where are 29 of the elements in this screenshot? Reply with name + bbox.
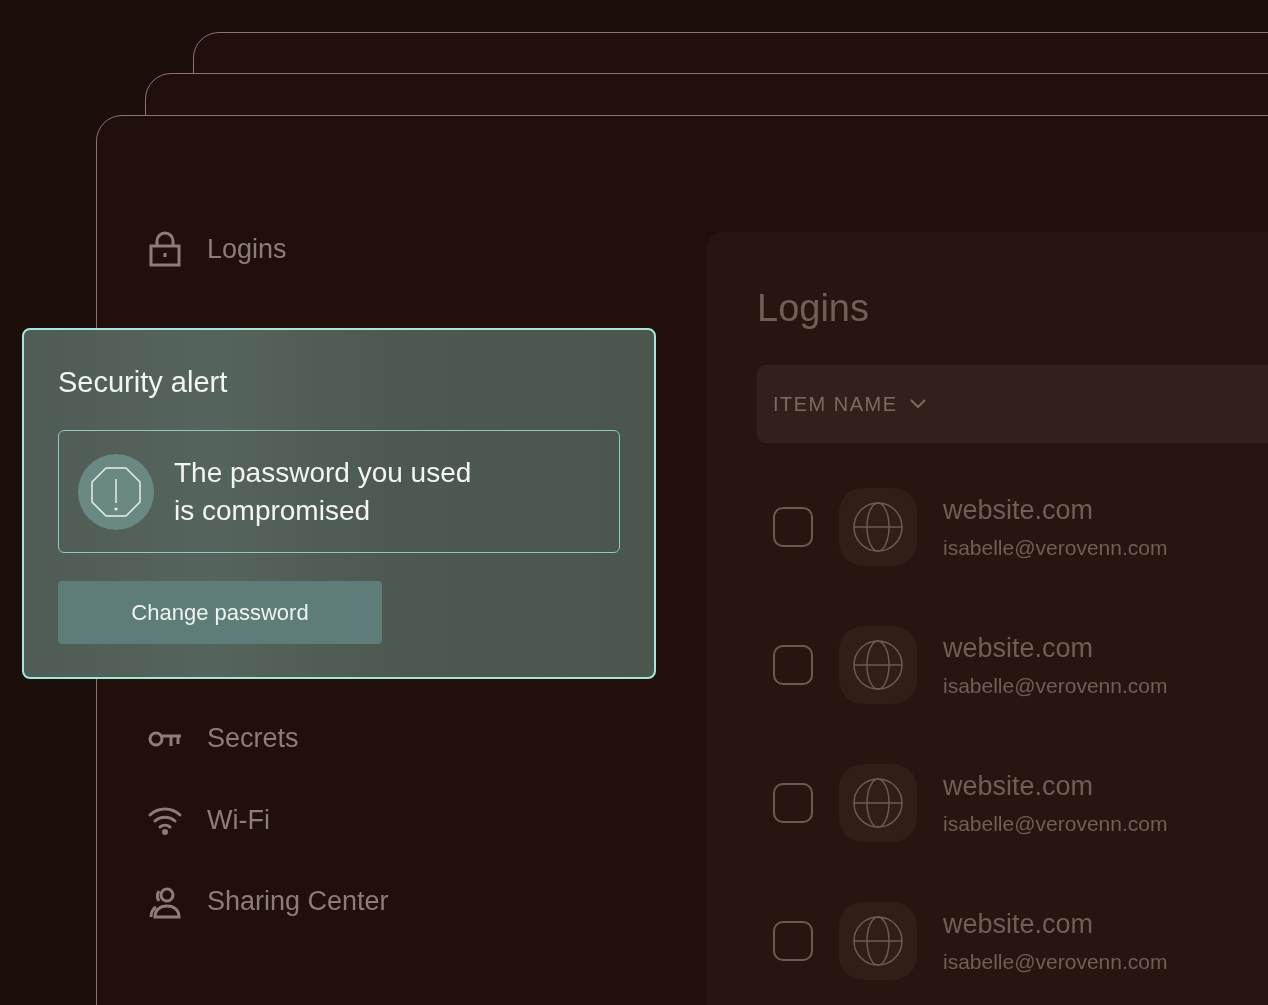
sidebar-item[interactable]: Logins	[207, 233, 287, 265]
key-icon	[148, 729, 182, 748]
alert-title: Security alert	[58, 365, 229, 400]
sidebar-item[interactable]: Sharing Center	[207, 886, 389, 918]
site-name: website.com	[943, 632, 1095, 664]
account-email: isabelle@verovenn.com	[943, 535, 1168, 560]
globe-icon	[853, 502, 903, 552]
panel-title: Logins	[757, 287, 870, 331]
sidebar-item[interactable]: Wi-Fi	[207, 804, 270, 836]
checkbox[interactable]	[773, 921, 813, 961]
lock-icon	[148, 231, 182, 267]
checkbox[interactable]	[773, 783, 813, 823]
account-email: isabelle@verovenn.com	[943, 673, 1168, 698]
account-email: isabelle@verovenn.com	[943, 811, 1168, 836]
account-email: isabelle@verovenn.com	[943, 949, 1168, 974]
site-name: website.com	[943, 770, 1095, 802]
checkbox[interactable]	[773, 645, 813, 685]
alert-message: The password you used is compromised	[174, 455, 473, 528]
checkbox[interactable]	[773, 507, 813, 547]
chevron-down-icon	[909, 399, 926, 409]
sidebar-item[interactable]: Secrets	[207, 723, 299, 755]
item-name-column-header[interactable]: ITEM NAME	[773, 392, 926, 416]
globe-icon	[853, 640, 903, 690]
wifi-icon	[147, 805, 183, 836]
change-password-button[interactable]: Change password	[58, 581, 382, 644]
globe-icon	[853, 916, 903, 966]
site-name: website.com	[943, 908, 1095, 940]
site-name: website.com	[943, 494, 1095, 526]
globe-icon	[853, 778, 903, 828]
